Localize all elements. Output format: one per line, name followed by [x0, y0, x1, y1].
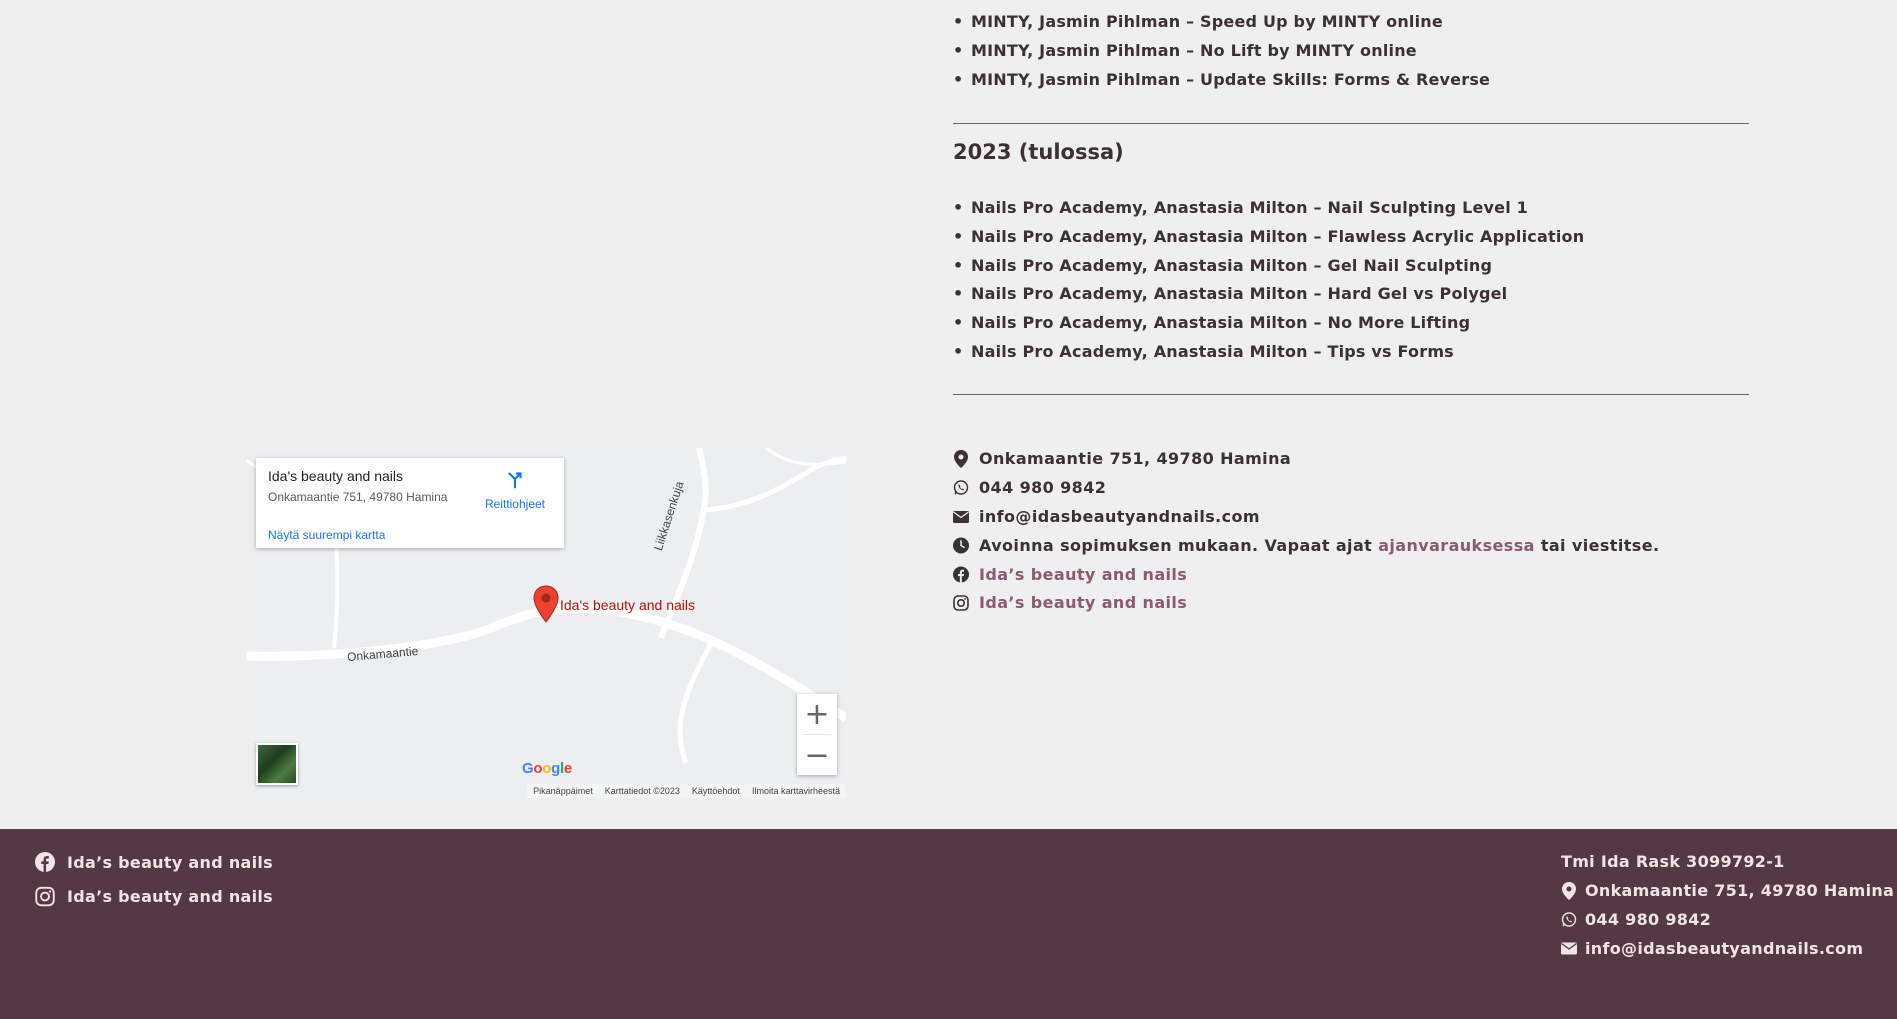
main-content: Onkamaantie Liikkasenkuja Ida's beauty a…: [0, 0, 1897, 829]
whatsapp-icon: [953, 480, 969, 496]
list-item: • Nails Pro Academy, Anastasia Milton – N…: [953, 198, 1529, 217]
contact-instagram[interactable]: Ida’s beauty and nails: [953, 593, 1187, 612]
report-error-link[interactable]: Ilmoita karttavirheestä: [752, 786, 840, 796]
map-footer: Pikanäppäimet Karttatiedot ©2023 Käyttöe…: [527, 784, 846, 798]
booking-link[interactable]: ajanvarauksessa: [1378, 536, 1535, 555]
map-data-text: Karttatiedot ©2023: [604, 786, 680, 796]
section-divider: [953, 123, 1749, 124]
instagram-icon: [35, 886, 55, 906]
directions-label: Reittiohjeet: [484, 497, 546, 511]
map-place-card: Ida's beauty and nails Onkamaantie 751, …: [256, 458, 564, 548]
contact-address: Onkamaantie 751, 49780 Hamina: [953, 449, 1291, 468]
google-map[interactable]: Onkamaantie Liikkasenkuja Ida's beauty a…: [246, 448, 846, 798]
footer-instagram-link[interactable]: Ida’s beauty and nails: [35, 886, 273, 906]
facebook-icon: [35, 852, 55, 872]
year-heading-2023: 2023 (tulossa): [953, 140, 1124, 164]
place-address: Onkamaantie 751, 49780 Hamina: [268, 490, 448, 504]
section-divider: [953, 394, 1749, 395]
envelope-icon: [953, 509, 969, 525]
whatsapp-icon: [1561, 912, 1577, 928]
map-pin-icon: [1561, 881, 1577, 900]
list-item: • Nails Pro Academy, Anastasia Milton – H…: [953, 284, 1508, 303]
terms-link[interactable]: Käyttöehdot: [692, 786, 740, 796]
contact-hours: Avoinna sopimuksen mukaan. Vapaat ajat a…: [953, 536, 1659, 555]
list-item: • Nails Pro Academy, Anastasia Milton – F…: [953, 227, 1585, 246]
list-item: • Nails Pro Academy, Anastasia Milton – T…: [953, 342, 1454, 361]
contact-facebook[interactable]: Ida’s beauty and nails: [953, 565, 1187, 584]
zoom-out-button[interactable]: −: [797, 735, 837, 775]
footer-company: Tmi Ida Rask 3099792-1: [1561, 852, 1785, 871]
footer-email[interactable]: info@idasbeautyandnails.com: [1561, 939, 1863, 958]
facebook-icon: [953, 566, 969, 583]
envelope-icon: [1561, 941, 1577, 957]
place-title: Ida's beauty and nails: [268, 468, 403, 484]
directions-button[interactable]: Reittiohjeet: [480, 468, 550, 511]
zoom-control: + −: [797, 694, 837, 775]
map-pin-icon: [953, 449, 969, 468]
site-footer: Ida’s beauty and nails Ida’s beauty and …: [0, 829, 1897, 1019]
list-item: • MINTY, Jasmin Pihlman – Speed Up by MIN…: [953, 12, 1443, 31]
clock-icon: [953, 537, 969, 554]
instagram-icon: [953, 594, 969, 611]
footer-address: Onkamaantie 751, 49780 Hamina: [1561, 881, 1894, 900]
list-item: • Nails Pro Academy, Anastasia Milton – N…: [953, 313, 1471, 332]
google-logo: Google: [522, 760, 572, 777]
map-marker-icon[interactable]: [533, 585, 559, 628]
list-item: • MINTY, Jasmin Pihlman – Update Skills: …: [953, 70, 1491, 89]
larger-map-link[interactable]: Näytä suurempi kartta: [268, 528, 385, 542]
list-item: • MINTY, Jasmin Pihlman – No Lift by MINT…: [953, 41, 1417, 60]
contact-phone[interactable]: 044 980 9842: [953, 478, 1106, 497]
directions-icon: [504, 472, 526, 494]
footer-facebook-link[interactable]: Ida’s beauty and nails: [35, 852, 273, 872]
list-item: • Nails Pro Academy, Anastasia Milton – G…: [953, 256, 1493, 275]
zoom-in-button[interactable]: +: [797, 694, 837, 734]
contact-email[interactable]: info@idasbeautyandnails.com: [953, 507, 1260, 526]
footer-phone[interactable]: 044 980 9842: [1561, 910, 1711, 929]
satellite-layer-button[interactable]: [256, 743, 298, 785]
marker-label: Ida's beauty and nails: [560, 597, 695, 613]
keyboard-shortcuts-link[interactable]: Pikanäppäimet: [533, 786, 593, 796]
